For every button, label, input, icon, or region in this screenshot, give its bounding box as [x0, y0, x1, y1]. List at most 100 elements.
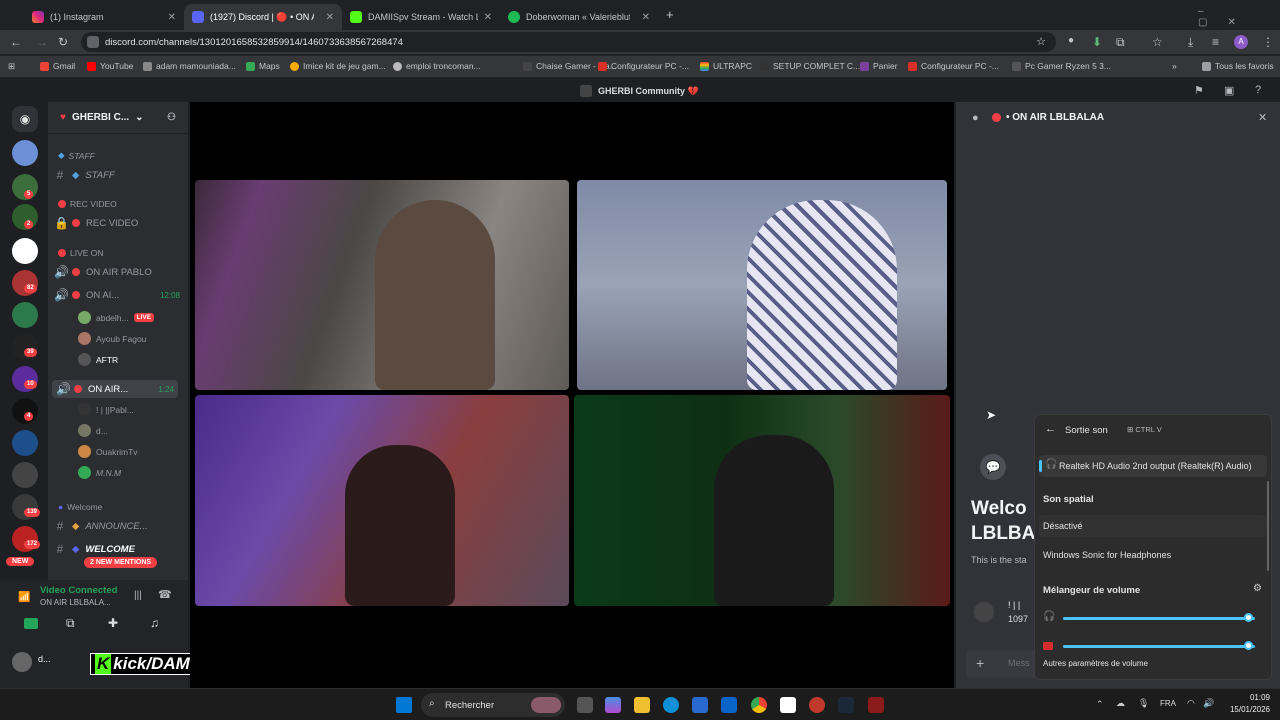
outlook-icon[interactable] — [721, 697, 737, 713]
add-attachment-icon[interactable]: + — [976, 655, 984, 671]
activities-icon[interactable]: ✚ — [108, 616, 118, 630]
server-icon-11[interactable] — [12, 462, 38, 488]
server-header[interactable]: ♥ GHERBI C... ⌄ ⚇ — [48, 102, 188, 134]
more-volume-settings-link[interactable]: Autres paramètres de volume — [1043, 659, 1148, 668]
clock-time[interactable]: 01:09 — [1228, 693, 1270, 702]
new-tab-button[interactable]: + — [666, 7, 674, 22]
bookmark-11[interactable]: Panier — [860, 61, 898, 71]
close-icon[interactable]: ✕ — [1258, 111, 1267, 124]
server-icon-10[interactable] — [12, 430, 38, 456]
store-icon[interactable] — [692, 697, 708, 713]
help-icon[interactable]: ? — [1255, 84, 1261, 96]
volume-slider-app[interactable] — [1063, 645, 1255, 648]
download-ext-icon[interactable]: ⬇ — [1092, 35, 1102, 49]
inbox-icon[interactable]: ⚑ — [1194, 84, 1204, 97]
bookmarks-icon[interactable]: ☆ — [1152, 35, 1163, 49]
bookmark-3[interactable]: adam mamouniada... — [143, 61, 236, 71]
bookmark-10[interactable]: SETUP COMPLET C... — [760, 61, 860, 71]
output-device-item[interactable]: 🎧 Realtek HD Audio 2nd output (Realtek(R… — [1039, 455, 1267, 477]
copilot-icon[interactable] — [605, 697, 621, 713]
soundboard-icon[interactable]: ♫ — [150, 616, 159, 630]
video-tile-2[interactable] — [577, 180, 947, 390]
chevron-right-icon[interactable]: » — [1172, 61, 1177, 71]
avatar[interactable] — [974, 602, 994, 622]
tab-discord[interactable]: (1927) Discord | 🔴 • ON AIR ✕ — [184, 4, 342, 30]
speaker-icon[interactable]: 🔊 — [1203, 698, 1214, 709]
bookmark-12[interactable]: Configurateur PC -... — [908, 61, 999, 71]
app-icon[interactable] — [809, 697, 825, 713]
close-icon[interactable]: ✕ — [168, 12, 176, 23]
reading-list-icon[interactable]: ≡ — [1212, 35, 1219, 49]
voice-user[interactable]: abdelh... LIVE — [78, 311, 155, 324]
bookmark-6[interactable]: emploi troncoman... — [393, 61, 481, 71]
server-icon-4[interactable] — [12, 238, 38, 264]
add-member-icon[interactable]: ⚇ — [167, 112, 176, 123]
volume-slider-device[interactable] — [1063, 617, 1255, 620]
downloads-icon[interactable]: ⤓ — [1188, 35, 1193, 50]
scrollbar[interactable] — [1267, 481, 1269, 571]
bookmark-maps[interactable]: Maps — [246, 61, 280, 71]
task-view-icon[interactable] — [577, 697, 593, 713]
bookmark-gmail[interactable]: Gmail — [40, 61, 75, 71]
capcut-icon[interactable] — [780, 697, 796, 713]
forward-icon[interactable]: → — [36, 35, 48, 49]
voice-user[interactable]: M.N.M — [78, 466, 121, 479]
voice-user[interactable]: ! | ||Pabl... — [78, 403, 134, 416]
signal-icon[interactable]: 📶 — [18, 592, 30, 603]
tray-chevron-icon[interactable]: ⌃ — [1096, 699, 1104, 710]
window-icon[interactable]: ▣ — [1224, 84, 1234, 97]
noise-suppression-icon[interactable]: ||| — [134, 590, 142, 601]
all-bookmarks[interactable]: Tous les favoris — [1202, 61, 1274, 71]
menu-icon[interactable]: ⋮ — [1262, 35, 1274, 49]
discord-home-icon[interactable]: ◉ — [12, 106, 38, 132]
channel-rec-video[interactable]: 🔒 REC VIDEO — [54, 216, 138, 230]
channel-on-air-3-selected[interactable]: 🔊 ON AIR... 1:24 — [52, 380, 178, 398]
window-controls[interactable]: –▢✕ — [1198, 6, 1280, 28]
server-icon-1[interactable] — [12, 140, 38, 166]
message-author[interactable]: ! | | — [1008, 600, 1020, 610]
app-icon[interactable] — [868, 697, 884, 713]
site-info-icon[interactable] — [87, 36, 99, 48]
category-live-on[interactable]: LIVE ON — [58, 248, 104, 258]
taskbar-search-box[interactable]: ⌕ Rechercher — [421, 693, 565, 717]
windows-start-icon[interactable] — [396, 697, 412, 713]
tab-spotify[interactable]: Doberwoman « Valeriebluf ✕ — [500, 4, 658, 30]
extension-icon[interactable]: ● — [1068, 35, 1074, 46]
close-icon[interactable]: ✕ — [642, 12, 650, 23]
volume-slider-thumb[interactable] — [1244, 641, 1254, 650]
mixer-settings-icon[interactable]: ⚙ — [1253, 583, 1262, 594]
back-icon[interactable]: ← — [10, 35, 22, 49]
language-indicator[interactable]: FRA — [1160, 699, 1176, 708]
close-icon[interactable]: ✕ — [326, 12, 334, 23]
apps-icon[interactable]: ⊞ — [8, 61, 15, 72]
bookmark-13[interactable]: Pc Gamer Ryzen 5 3... — [1012, 61, 1111, 71]
category-staff[interactable]: ◆ STAFF — [58, 150, 95, 161]
screen-share-icon[interactable]: ⧉ — [66, 616, 75, 631]
voice-user[interactable]: AFTR — [78, 353, 118, 366]
chrome-icon[interactable] — [751, 697, 767, 713]
tab-kick-stream[interactable]: DAMIISpv Stream - Watch Live ✕ — [342, 4, 500, 30]
camera-icon[interactable] — [24, 618, 38, 629]
reload-icon[interactable]: ↻ — [58, 35, 68, 49]
extensions-puzzle-icon[interactable]: ⧉ — [1116, 35, 1125, 50]
bookmark-5[interactable]: Imice kit de jeu gam... — [290, 61, 386, 71]
bookmark-star-icon[interactable]: ☆ — [1036, 35, 1046, 48]
channel-staff[interactable]: # ◆ STAFF — [54, 168, 115, 182]
voice-user[interactable]: d... — [78, 424, 108, 437]
new-mentions-pill[interactable]: 2 NEW MENTIONS — [84, 557, 158, 568]
voice-status[interactable]: Video Connected — [40, 585, 117, 596]
tray-icon[interactable]: ☁ — [1116, 698, 1125, 709]
avatar[interactable] — [12, 652, 32, 672]
microphone-icon[interactable]: 🎙 — [1138, 698, 1149, 709]
bookmark-9[interactable]: ULTRAPC — [700, 61, 752, 71]
bookmark-8[interactable]: Configurateur PC -... — [598, 61, 689, 71]
close-icon[interactable]: ✕ — [484, 12, 492, 23]
category-welcome[interactable]: ● Welcome — [58, 502, 102, 512]
category-rec-video[interactable]: REC VIDEO — [58, 199, 117, 209]
edge-icon[interactable] — [663, 697, 679, 713]
spatial-sonic-option[interactable]: Windows Sonic for Headphones — [1039, 544, 1267, 566]
steam-icon[interactable] — [838, 697, 854, 713]
back-arrow-icon[interactable]: ← — [1045, 423, 1056, 435]
video-tile-1[interactable] — [195, 180, 569, 390]
url-input[interactable]: discord.com/channels/1301201658532859914… — [81, 32, 1056, 52]
